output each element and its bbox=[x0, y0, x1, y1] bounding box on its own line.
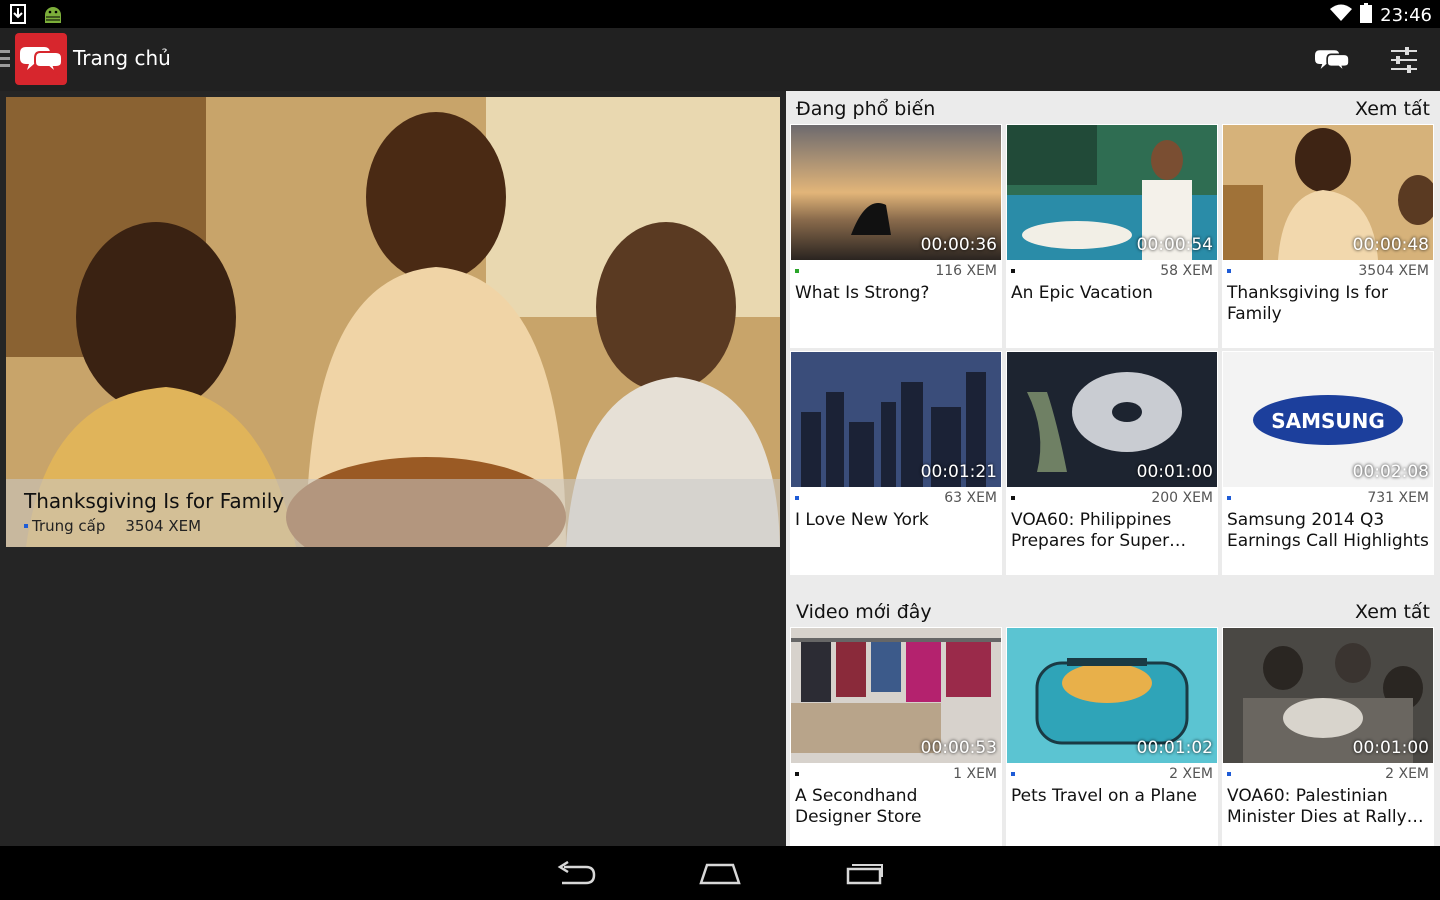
video-views: 731 XEM bbox=[1367, 490, 1429, 506]
clock: 23:46 bbox=[1380, 5, 1432, 26]
see-all-link[interactable]: Xem tất bbox=[1355, 98, 1430, 120]
app-logo-icon[interactable] bbox=[15, 33, 67, 85]
video-views: 63 XEM bbox=[944, 490, 997, 506]
level-dot-icon bbox=[1227, 496, 1231, 500]
video-list-panel: Đang phổ biến Xem tất 00:00:36 116 XEM W… bbox=[786, 91, 1440, 846]
download-icon bbox=[10, 4, 26, 28]
video-thumbnail: 00:01:02 bbox=[1007, 628, 1217, 763]
level-dot-icon bbox=[1011, 269, 1015, 273]
page-title: Trang chủ bbox=[73, 46, 171, 70]
featured-views: 3504 XEM bbox=[125, 517, 202, 535]
video-thumbnail: 00:01:00 bbox=[1007, 352, 1217, 487]
chat-bubbles-icon bbox=[1315, 50, 1349, 73]
video-title: VOA60: Philippines Prepares for Super… bbox=[1011, 510, 1187, 551]
featured-caption: Thanksgiving Is for Family Trung cấp 350… bbox=[6, 479, 780, 547]
video-duration: 00:01:02 bbox=[1136, 738, 1213, 758]
section-header-recent: Video mới đây Xem tất bbox=[786, 594, 1440, 628]
video-duration: 00:01:00 bbox=[1136, 462, 1213, 482]
video-card[interactable]: 00:00:53 1 XEM A Secondhand Designer Sto… bbox=[790, 627, 1002, 846]
video-duration: 00:02:08 bbox=[1352, 462, 1429, 482]
section-title: Video mới đây bbox=[796, 601, 932, 623]
video-title: What Is Strong? bbox=[795, 283, 930, 303]
featured-video[interactable]: Thanksgiving Is for Family Trung cấp 350… bbox=[6, 97, 780, 547]
video-views: 200 XEM bbox=[1151, 490, 1213, 506]
video-thumbnail: 00:00:54 bbox=[1007, 125, 1217, 260]
video-card[interactable]: 00:01:00 200 XEM VOA60: Philippines Prep… bbox=[1006, 351, 1218, 575]
level-dot-icon bbox=[1227, 269, 1231, 273]
video-duration: 00:01:21 bbox=[920, 462, 997, 482]
video-views: 3504 XEM bbox=[1358, 263, 1429, 279]
chat-bubbles-button[interactable] bbox=[1312, 40, 1352, 80]
video-thumbnail: 00:01:21 bbox=[791, 352, 1001, 487]
video-card[interactable]: 00:00:36 116 XEM What Is Strong? bbox=[790, 124, 1002, 348]
level-dot-icon bbox=[795, 269, 799, 273]
video-card[interactable]: 00:00:54 58 XEM An Epic Vacation bbox=[1006, 124, 1218, 348]
video-card[interactable]: SAMSUNG 00:02:08 731 XEM Samsung 2014 Q3… bbox=[1222, 351, 1434, 575]
video-title: Pets Travel on a Plane bbox=[1011, 786, 1197, 806]
level-dot-icon bbox=[795, 496, 799, 500]
video-title: VOA60: Palestinian Minister Dies at Rall… bbox=[1227, 786, 1424, 827]
video-views: 58 XEM bbox=[1160, 263, 1213, 279]
settings-sliders-button[interactable] bbox=[1384, 40, 1424, 80]
video-thumbnail: 00:00:36 bbox=[791, 125, 1001, 260]
action-bar: Trang chủ bbox=[0, 28, 1440, 91]
home-button[interactable] bbox=[698, 858, 742, 888]
video-duration: 00:00:53 bbox=[920, 738, 997, 758]
video-title: I Love New York bbox=[795, 510, 929, 530]
video-views: 2 XEM bbox=[1385, 766, 1429, 782]
featured-title: Thanksgiving Is for Family bbox=[24, 489, 285, 513]
home-icon bbox=[699, 863, 741, 885]
video-thumbnail: SAMSUNG 00:02:08 bbox=[1223, 352, 1433, 487]
back-icon bbox=[557, 861, 596, 885]
video-title: Samsung 2014 Q3 Earnings Call Highlights bbox=[1227, 510, 1429, 551]
navigation-bar bbox=[0, 846, 1440, 900]
settings-sliders-icon bbox=[1391, 47, 1417, 73]
video-views: 116 XEM bbox=[935, 263, 997, 279]
samsung-logo-text: SAMSUNG bbox=[1271, 409, 1385, 433]
video-thumbnail: 00:01:00 bbox=[1223, 628, 1433, 763]
level-dot-icon bbox=[1011, 772, 1015, 776]
level-dot-icon bbox=[795, 772, 799, 776]
video-card[interactable]: 00:01:21 63 XEM I Love New York bbox=[790, 351, 1002, 575]
video-title: Thanksgiving Is for Family bbox=[1227, 283, 1388, 324]
video-thumbnail: 00:00:48 bbox=[1223, 125, 1433, 260]
video-title: An Epic Vacation bbox=[1011, 283, 1153, 303]
drawer-indicator-icon[interactable] bbox=[0, 50, 10, 71]
video-card[interactable]: 00:01:00 2 XEM VOA60: Palestinian Minist… bbox=[1222, 627, 1434, 846]
video-duration: 00:00:48 bbox=[1352, 235, 1429, 255]
status-bar: 23:46 bbox=[0, 0, 1440, 28]
section-title: Đang phổ biến bbox=[796, 98, 936, 120]
wifi-icon bbox=[1330, 4, 1353, 27]
video-title: A Secondhand Designer Store bbox=[795, 786, 922, 827]
section-header-popular: Đang phổ biến Xem tất bbox=[786, 91, 1440, 125]
featured-level: Trung cấp bbox=[32, 517, 106, 535]
recents-icon bbox=[846, 864, 883, 885]
video-card[interactable]: 00:00:48 3504 XEM Thanksgiving Is for Fa… bbox=[1222, 124, 1434, 348]
video-thumbnail: 00:00:53 bbox=[791, 628, 1001, 763]
level-dot-icon bbox=[1011, 496, 1015, 500]
android-debug-icon bbox=[42, 4, 64, 28]
video-card[interactable]: 00:01:02 2 XEM Pets Travel on a Plane bbox=[1006, 627, 1218, 846]
video-views: 2 XEM bbox=[1169, 766, 1213, 782]
back-button[interactable] bbox=[554, 858, 598, 888]
battery-icon bbox=[1360, 3, 1373, 28]
video-views: 1 XEM bbox=[953, 766, 997, 782]
see-all-link[interactable]: Xem tất bbox=[1355, 601, 1430, 623]
video-duration: 00:01:00 bbox=[1352, 738, 1429, 758]
level-dot-icon bbox=[1227, 772, 1231, 776]
recents-button[interactable] bbox=[842, 858, 886, 888]
level-indicator-icon bbox=[24, 524, 28, 528]
video-duration: 00:00:36 bbox=[920, 235, 997, 255]
video-duration: 00:00:54 bbox=[1136, 235, 1213, 255]
